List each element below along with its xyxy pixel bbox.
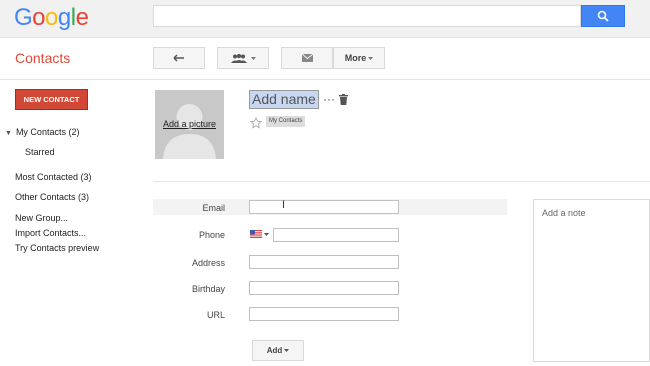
country-selector[interactable]: [250, 229, 270, 239]
url-label: URL: [206, 310, 225, 320]
sidebar-item-other-contacts[interactable]: Other Contacts (3): [15, 192, 89, 202]
search-icon: [597, 10, 609, 22]
url-field[interactable]: [249, 307, 399, 321]
top-bar: Google: [0, 0, 650, 38]
more-options-icon[interactable]: ···: [323, 92, 335, 106]
sidebar-item-most-contacted[interactable]: Most Contacted (3): [15, 172, 92, 182]
groups-button[interactable]: [217, 47, 269, 69]
email-label: Email: [202, 203, 225, 213]
chevron-down-icon: [264, 232, 269, 236]
text-cursor-icon: I: [282, 199, 286, 211]
sidebar-item-new-group[interactable]: New Group...: [15, 213, 68, 223]
add-field-button[interactable]: Add: [252, 340, 304, 361]
address-label: Address: [191, 258, 225, 268]
email-button[interactable]: [281, 47, 333, 69]
search-button[interactable]: [581, 5, 625, 27]
us-flag-icon: [250, 230, 262, 238]
mail-icon: [301, 54, 313, 62]
name-field[interactable]: Add name: [249, 90, 319, 109]
google-logo[interactable]: Google: [14, 4, 89, 32]
section-divider: [153, 181, 650, 182]
add-label: Add: [266, 346, 283, 355]
star-icon[interactable]: [250, 117, 262, 129]
new-contact-button[interactable]: NEW CONTACT: [15, 89, 88, 110]
sidebar-item-starred[interactable]: Starred: [25, 147, 55, 157]
add-picture-link[interactable]: Add a picture: [155, 119, 224, 129]
chevron-down-icon: [251, 56, 256, 60]
birthday-field[interactable]: [249, 281, 399, 295]
back-arrow-icon: [173, 54, 184, 62]
avatar[interactable]: Add a picture: [155, 90, 224, 159]
groups-icon: [231, 53, 247, 63]
phone-field[interactable]: [273, 228, 399, 242]
chevron-down-icon: [284, 349, 290, 352]
note-field[interactable]: Add a note: [533, 199, 650, 362]
sidebar-item-label: My Contacts (2): [15, 127, 80, 137]
app-title[interactable]: Contacts: [15, 50, 70, 66]
trash-icon[interactable]: [339, 94, 348, 105]
email-field[interactable]: I: [249, 199, 399, 214]
collapse-arrow-icon[interactable]: ▼: [5, 130, 12, 137]
phone-label: Phone: [198, 230, 225, 240]
sidebar-item-try-preview[interactable]: Try Contacts preview: [15, 243, 99, 253]
sidebar-item-my-contacts[interactable]: ▼ My Contacts (2): [5, 127, 79, 137]
chevron-down-icon: [368, 56, 374, 60]
group-chip[interactable]: My Contacts: [266, 116, 306, 127]
back-button[interactable]: [153, 47, 205, 69]
search-input[interactable]: [153, 5, 581, 27]
sidebar-item-import-contacts[interactable]: Import Contacts...: [15, 228, 86, 238]
birthday-label: Birthday: [191, 284, 225, 294]
more-button[interactable]: More: [333, 47, 385, 69]
toolbar-divider: [0, 79, 650, 80]
more-label: More: [344, 53, 367, 63]
address-field[interactable]: [249, 255, 399, 269]
